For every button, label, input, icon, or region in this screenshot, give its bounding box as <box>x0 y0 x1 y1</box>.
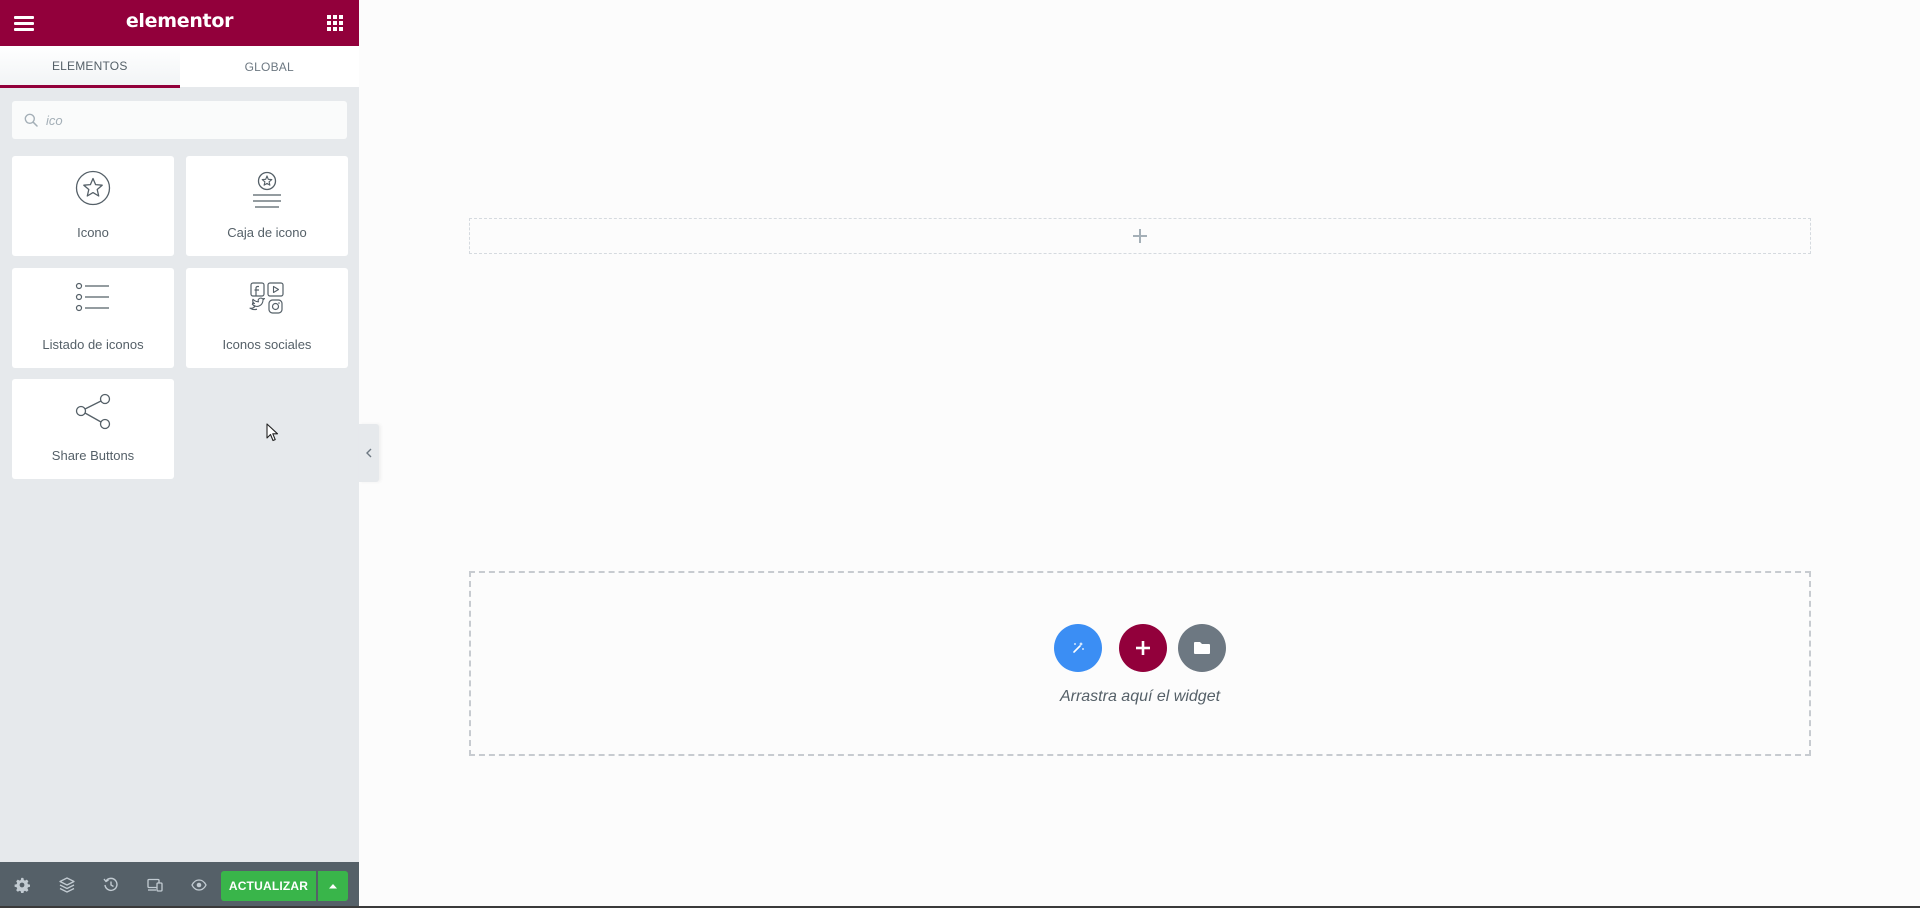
chevron-left-icon <box>366 448 372 458</box>
collapse-panel-toggle[interactable] <box>359 424 379 482</box>
responsive-icon[interactable] <box>145 875 165 895</box>
widget-label: Iconos sociales <box>222 337 312 352</box>
panel-tabs: ELEMENTOS GLOBAL <box>0 46 359 88</box>
search-box[interactable] <box>12 101 347 139</box>
panel-footer: ACTUALIZAR <box>0 862 359 908</box>
widget-label: Icono <box>77 225 109 240</box>
widget-listado-de-iconos[interactable]: Listado de iconos <box>12 268 174 368</box>
caret-up-icon[interactable] <box>318 871 348 901</box>
icon-list-icon <box>12 282 174 322</box>
widget-drop-zone[interactable]: Arrastra aquí el widget <box>469 571 1811 756</box>
update-button[interactable]: ACTUALIZAR <box>221 871 316 901</box>
empty-section[interactable] <box>469 218 1811 254</box>
template-library-icon[interactable] <box>1178 624 1226 672</box>
widget-iconos-sociales[interactable]: Iconos sociales <box>186 268 348 368</box>
preview-icon[interactable] <box>189 875 209 895</box>
navigator-icon[interactable] <box>57 875 77 895</box>
grid-icon[interactable] <box>326 14 344 32</box>
editor-panel: elementor ELEMENTOS GLOBAL Icono <box>0 0 359 908</box>
brand-logo: elementor <box>125 10 234 32</box>
drop-hint-text: Arrastra aquí el widget <box>1059 688 1221 705</box>
social-icons-icon <box>186 282 348 322</box>
plus-icon[interactable] <box>1132 228 1148 244</box>
star-circle-icon <box>12 170 174 210</box>
widget-label: Share Buttons <box>51 448 135 463</box>
history-icon[interactable] <box>101 875 121 895</box>
mouse-cursor-icon <box>266 423 280 443</box>
widget-caja-de-icono[interactable]: Caja de icono <box>186 156 348 256</box>
tab-global[interactable]: GLOBAL <box>179 46 359 88</box>
add-section-icon[interactable] <box>1119 624 1167 672</box>
widget-share-buttons[interactable]: Share Buttons <box>12 379 174 479</box>
share-icon <box>12 393 174 433</box>
ai-wand-icon[interactable] <box>1054 624 1102 672</box>
panel-header: elementor <box>0 0 359 46</box>
widget-icono[interactable]: Icono <box>12 156 174 256</box>
search-icon <box>24 113 38 127</box>
search-input[interactable] <box>46 112 326 128</box>
widget-label: Caja de icono <box>227 225 307 240</box>
settings-icon[interactable] <box>12 875 32 895</box>
widget-label: Listado de iconos <box>42 337 144 352</box>
tab-elementos[interactable]: ELEMENTOS <box>0 46 180 88</box>
icon-box-icon <box>186 170 348 210</box>
